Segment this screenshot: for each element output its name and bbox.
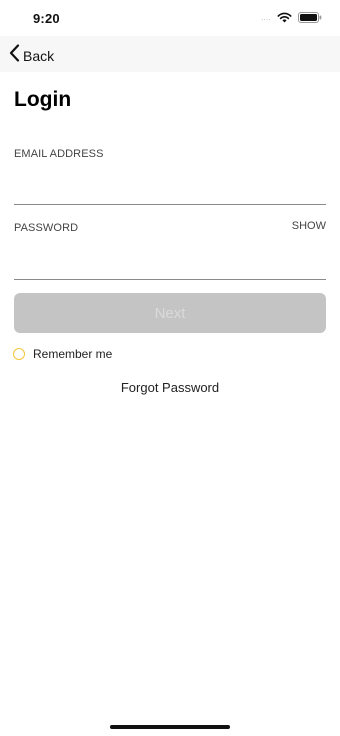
back-label: Back	[23, 47, 55, 64]
signal-dots-icon: ....	[261, 15, 271, 22]
status-time: 9:20	[33, 11, 60, 26]
password-label: PASSWORD	[14, 222, 79, 234]
page-title: Login	[14, 88, 72, 111]
remember-me-label: Remember me	[33, 347, 113, 361]
password-field[interactable]	[14, 255, 326, 280]
login-screen: 9:20 .... Back Login EMAIL ADDRESS PASSW…	[0, 0, 340, 736]
remember-me-toggle[interactable]: Remember me	[13, 347, 112, 361]
email-field[interactable]	[14, 180, 326, 205]
battery-icon	[298, 10, 322, 28]
back-button[interactable]: Back	[9, 44, 54, 67]
next-button[interactable]: Next	[14, 293, 326, 333]
forgot-password-link[interactable]: Forgot Password	[0, 380, 340, 395]
nav-bar: Back	[0, 36, 340, 72]
home-indicator	[110, 725, 230, 729]
radio-button-icon	[13, 348, 25, 360]
status-bar: 9:20 ....	[0, 0, 340, 36]
show-password-button[interactable]: SHOW	[292, 220, 326, 232]
status-icons: ....	[261, 12, 322, 26]
chevron-left-icon	[9, 44, 20, 67]
email-label: EMAIL ADDRESS	[14, 148, 104, 160]
wifi-icon	[277, 10, 292, 28]
